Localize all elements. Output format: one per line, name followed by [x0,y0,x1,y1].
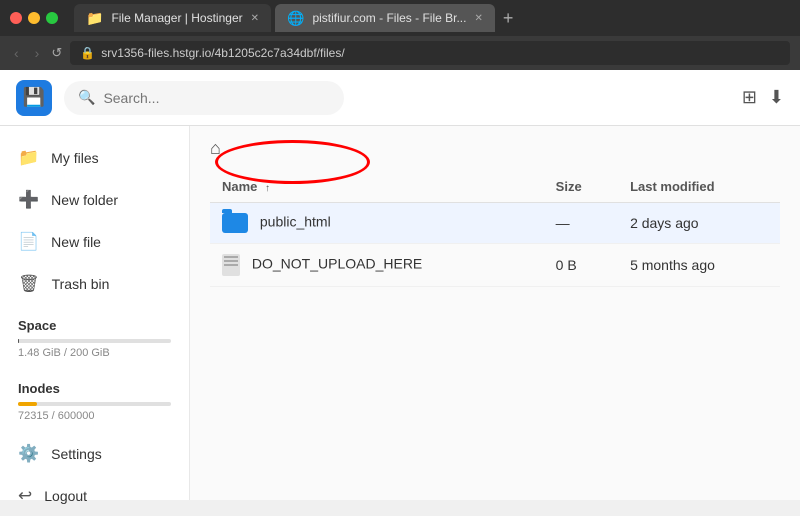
file-size-cell: — [544,203,618,244]
logout-icon: ↩ [18,486,32,506]
search-bar[interactable]: 🔍 [64,81,344,115]
newfolder-icon: ➕ [18,190,39,210]
app-logo: 💾 [16,80,52,116]
sidebar-newfile-label: New file [51,234,101,250]
new-tab-button[interactable]: + [499,8,518,29]
sidebar-item-settings[interactable]: ⚙️ Settings [0,434,189,474]
file-name: DO_NOT_UPLOAD_HERE [252,256,422,272]
file-size-cell: 0 B [544,244,618,287]
traffic-lights [10,12,58,24]
tab-label-2: pistifiur.com - Files - File Br... [312,11,466,25]
url-bar[interactable]: 🔒 srv1356-files.hstgr.io/4b1205c2c7a34db… [70,41,790,65]
file-table: Name ↑ Size Last modified public_html [210,171,780,287]
inodes-section: Inodes 72315 / 600000 [0,371,189,432]
tab-icon-2: 🌐 [287,10,304,27]
browser-tabs: 📁 File Manager | Hostinger ✕ 🌐 pistifiur… [74,4,790,32]
myfiles-icon: 📁 [18,148,39,168]
forward-button[interactable]: › [31,43,44,63]
inodes-progress-bg [18,402,171,406]
download-icon[interactable]: ⬇ [769,87,784,108]
search-icon: 🔍 [78,89,95,106]
minimize-button[interactable] [28,12,40,24]
content-area: ⌂ Name ↑ Size Last modified [190,126,800,500]
space-value: 1.48 GiB / 200 GiB [18,347,171,359]
close-button[interactable] [10,12,22,24]
tab-label-1: File Manager | Hostinger [111,11,242,25]
sidebar-item-myfiles[interactable]: 📁 My files [0,138,189,178]
file-modified-cell: 2 days ago [618,203,780,244]
sidebar: 📁 My files ➕ New folder 📄 New file 🗑 Tra… [0,126,190,500]
inodes-title: Inodes [18,381,171,396]
col-name[interactable]: Name ↑ [210,171,544,203]
settings-icon: ⚙️ [18,444,39,464]
refresh-button[interactable]: ↺ [51,45,62,61]
tab-file-manager[interactable]: 📁 File Manager | Hostinger ✕ [74,4,271,32]
sidebar-logout-label: Logout [44,488,87,504]
grid-view-icon[interactable]: ⊞ [742,87,757,108]
newfile-icon: 📄 [18,232,39,252]
sidebar-item-newfile[interactable]: 📄 New file [0,222,189,262]
sidebar-settings-label: Settings [51,446,102,462]
url-text: srv1356-files.hstgr.io/4b1205c2c7a34dbf/… [101,46,345,60]
col-size[interactable]: Size [544,171,618,203]
file-name-cell: public_html [210,203,544,244]
sidebar-myfiles-label: My files [51,150,98,166]
tab-close-1[interactable]: ✕ [251,13,259,24]
space-progress-fill [18,339,19,343]
sidebar-trash-label: Trash bin [52,276,110,292]
tab-close-2[interactable]: ✕ [474,13,482,24]
folder-icon [222,213,248,233]
file-name-cell: DO_NOT_UPLOAD_HERE [210,244,544,287]
file-icon [222,254,240,276]
back-button[interactable]: ‹ [10,43,23,63]
tab-icon-1: 📁 [86,10,103,27]
search-input[interactable] [103,90,323,106]
sidebar-item-newfolder[interactable]: ➕ New folder [0,180,189,220]
table-row[interactable]: DO_NOT_UPLOAD_HERE 0 B 5 months ago [210,244,780,287]
maximize-button[interactable] [46,12,58,24]
inodes-value: 72315 / 600000 [18,410,171,422]
app-header: 💾 🔍 ⊞ ⬇ [0,70,800,126]
breadcrumb: ⌂ [210,138,780,159]
tab-files[interactable]: 🌐 pistifiur.com - Files - File Br... ✕ [275,4,495,32]
trash-icon: 🗑 [18,274,40,294]
home-icon[interactable]: ⌂ [210,138,221,159]
header-right: ⊞ ⬇ [742,87,784,108]
space-progress-bg [18,339,171,343]
file-modified-cell: 5 months ago [618,244,780,287]
inodes-progress-fill [18,402,37,406]
below-header: 📁 My files ➕ New folder 📄 New file 🗑 Tra… [0,126,800,500]
titlebar: 📁 File Manager | Hostinger ✕ 🌐 pistifiur… [0,0,800,36]
sidebar-item-trash[interactable]: 🗑 Trash bin [0,264,189,304]
space-title: Space [18,318,171,333]
table-row[interactable]: public_html — 2 days ago [210,203,780,244]
file-name: public_html [260,214,331,230]
sort-arrow: ↑ [265,183,270,194]
col-modified[interactable]: Last modified [618,171,780,203]
sidebar-item-logout[interactable]: ↩ Logout [0,476,189,516]
space-section: Space 1.48 GiB / 200 GiB [0,308,189,369]
logo-icon: 💾 [23,87,45,108]
sidebar-newfolder-label: New folder [51,192,118,208]
addressbar: ‹ › ↺ 🔒 srv1356-files.hstgr.io/4b1205c2c… [0,36,800,70]
lock-icon: 🔒 [80,46,95,60]
